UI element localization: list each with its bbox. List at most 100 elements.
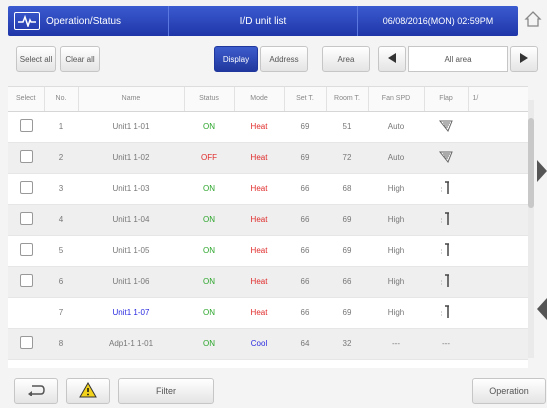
row-name: Unit1 1-04 [78, 204, 184, 236]
scrollbar[interactable] [528, 100, 534, 358]
row-room-t: 69 [326, 235, 368, 267]
col-no: No. [44, 87, 79, 112]
row-set-t: 66 [284, 297, 326, 329]
scroll-thumb[interactable] [528, 118, 534, 208]
row-checkbox[interactable] [19, 336, 33, 349]
row-no: 2 [44, 142, 78, 174]
col-select: Select [8, 87, 45, 112]
row-checkbox[interactable] [19, 212, 33, 225]
row-fan: High [368, 235, 424, 267]
row-status: ON [184, 297, 234, 329]
row-room-t: 51 [326, 111, 368, 143]
row-set-t: 69 [284, 111, 326, 143]
row-status: ON [184, 328, 234, 360]
row-fan: Auto [368, 111, 424, 143]
row-name: Unit1 1-02 [78, 142, 184, 174]
back-button[interactable] [14, 378, 58, 404]
row-status: OFF [184, 142, 234, 174]
screen: Operation/Status I/D unit list 06/08/201… [0, 0, 547, 408]
prev-area-button[interactable] [378, 46, 406, 72]
table-row[interactable]: 7 Unit1 1-07 ON Heat 66 69 High [8, 297, 528, 329]
row-fan: High [368, 173, 424, 205]
header-row: Select No. Name Status Mode Set T. Room … [8, 87, 528, 112]
row-mode: Heat [234, 204, 284, 236]
row-name: Unit1 1-03 [78, 173, 184, 205]
triangle-right-icon [520, 53, 528, 65]
triangle-left-icon [388, 53, 396, 65]
col-fan-spd: Fan SPD [368, 87, 425, 112]
row-status: ON [184, 111, 234, 143]
row-name: Unit1 1-07 [78, 297, 184, 329]
row-checkbox[interactable] [19, 181, 33, 194]
row-room-t: 66 [326, 266, 368, 298]
row-set-t: 66 [284, 204, 326, 236]
col-more: 1/ [468, 87, 528, 112]
row-name: Adp1-1 1-01 [78, 328, 184, 360]
row-status: ON [184, 204, 234, 236]
flap-down-icon [439, 242, 453, 260]
flap-down-icon [439, 304, 453, 322]
row-checkbox[interactable] [19, 243, 33, 256]
row-room-t: 72 [326, 142, 368, 174]
row-fan: --- [368, 328, 424, 360]
warning-button[interactable] [66, 378, 110, 404]
datetime: 06/08/2016(MON) 02:59PM [382, 16, 494, 26]
row-mode: Heat [234, 235, 284, 267]
filter-button[interactable]: Filter [118, 378, 214, 404]
row-mode: Heat [234, 266, 284, 298]
clear-all-button[interactable]: Clear all [60, 46, 100, 72]
table-row[interactable]: 8 Adp1-1 1-01 ON Cool 64 32 --- --- [8, 328, 528, 360]
triangle-left-icon [537, 298, 547, 324]
row-checkbox[interactable] [19, 150, 33, 163]
row-no: 6 [44, 266, 78, 298]
table-row[interactable]: 4 Unit1 1-04 ON Heat 66 69 High [8, 204, 528, 236]
row-checkbox[interactable] [19, 119, 33, 132]
row-status: ON [184, 266, 234, 298]
row-name: Unit1 1-06 [78, 266, 184, 298]
row-mode: Heat [234, 111, 284, 143]
col-name: Name [78, 87, 185, 112]
header-center: I/D unit list [168, 6, 358, 36]
address-button[interactable]: Address [260, 46, 308, 72]
row-fan: High [368, 204, 424, 236]
table-row[interactable]: 2 Unit1 1-02 OFF Heat 69 72 Auto [8, 142, 528, 174]
header-title: Operation/Status [46, 15, 122, 27]
flap-down-icon [439, 273, 453, 291]
row-no: 4 [44, 204, 78, 236]
page-right-button[interactable] [537, 160, 547, 182]
col-status: Status [184, 87, 235, 112]
row-room-t: 68 [326, 173, 368, 205]
table-row[interactable]: 6 Unit1 1-06 ON Heat 66 66 High [8, 266, 528, 298]
unit-list: Select No. Name Status Mode Set T. Room … [8, 86, 528, 368]
flap-down-icon [439, 180, 453, 198]
page-left-button[interactable] [537, 298, 547, 320]
table-row[interactable]: 3 Unit1 1-03 ON Heat 66 68 High [8, 173, 528, 205]
row-no: 1 [44, 111, 78, 143]
row-set-t: 64 [284, 328, 326, 360]
flap-down-icon [439, 211, 453, 229]
row-no: 5 [44, 235, 78, 267]
row-mode: Cool [234, 328, 284, 360]
area-button[interactable]: Area [322, 46, 370, 72]
row-status: ON [184, 173, 234, 205]
area-value: All area [408, 46, 508, 72]
row-checkbox[interactable] [19, 274, 33, 287]
operation-button[interactable]: Operation [472, 378, 546, 404]
col-flap: Flap [424, 87, 469, 112]
warning-icon [79, 381, 97, 400]
table-row[interactable]: 5 Unit1 1-05 ON Heat 66 69 High [8, 235, 528, 267]
col-set-t: Set T. [284, 87, 327, 112]
toolbar: Select all Clear all Display Address Are… [8, 46, 538, 74]
table-row[interactable]: 1 Unit1 1-01 ON Heat 69 51 Auto [8, 111, 528, 143]
select-all-button[interactable]: Select all [16, 46, 56, 72]
home-button[interactable] [521, 6, 545, 36]
next-area-button[interactable] [510, 46, 538, 72]
row-set-t: 66 [284, 173, 326, 205]
row-name: Unit1 1-05 [78, 235, 184, 267]
row-room-t: 69 [326, 204, 368, 236]
display-button[interactable]: Display [214, 46, 258, 72]
row-mode: Heat [234, 142, 284, 174]
row-fan: High [368, 266, 424, 298]
row-set-t: 66 [284, 266, 326, 298]
row-room-t: 69 [326, 297, 368, 329]
